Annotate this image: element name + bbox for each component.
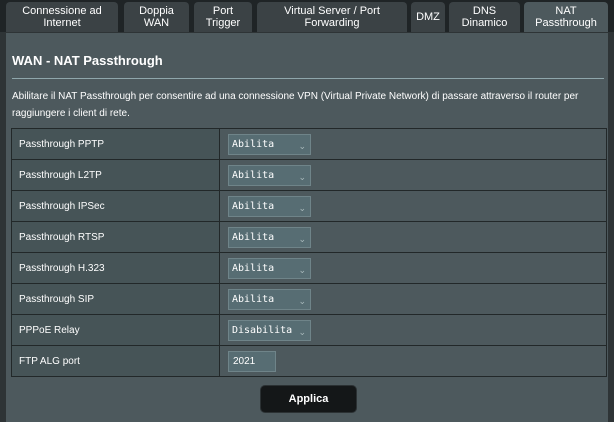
tab-label-line2: Forwarding <box>304 17 360 29</box>
ipsec-passthrough-select[interactable]: Abilita ⌄ <box>228 195 311 217</box>
select-value: Disabilita <box>232 324 293 336</box>
tab-label-line2: Internet <box>43 17 81 29</box>
pptp-passthrough-select[interactable]: Abilita ⌄ <box>228 133 311 155</box>
settings-table: Passthrough PPTP Abilita ⌄ Passthrough L2… <box>11 128 607 377</box>
tab-port-trigger[interactable]: Port Trigger <box>194 2 252 32</box>
tab-dmz[interactable]: DMZ <box>411 2 445 32</box>
chevron-down-icon: ⌄ <box>298 327 306 338</box>
tab-doppia-wan[interactable]: Doppia WAN <box>124 2 189 32</box>
chevron-down-icon: ⌄ <box>298 265 306 276</box>
setting-label: Passthrough L2TP <box>11 159 220 191</box>
tab-nat-passthrough[interactable]: NAT Passthrough <box>524 2 608 32</box>
select-value: Abilita <box>232 138 275 150</box>
rtsp-passthrough-select[interactable]: Abilita ⌄ <box>228 226 311 248</box>
setting-label: FTP ALG port <box>11 345 220 377</box>
setting-label: Passthrough PPTP <box>11 128 220 160</box>
setting-label: Passthrough IPSec <box>11 190 220 222</box>
table-row: Passthrough L2TP Abilita ⌄ <box>11 159 607 191</box>
tab-label-line1: NAT <box>555 5 577 17</box>
sip-passthrough-select[interactable]: Abilita ⌄ <box>228 288 311 310</box>
table-row: Passthrough H.323 Abilita ⌄ <box>11 252 607 284</box>
setting-label: PPPoE Relay <box>11 314 220 346</box>
select-value: Abilita <box>232 262 275 274</box>
tab-label-line1: Connessione ad <box>22 5 102 17</box>
page-description: Abilitare il NAT Passthrough per consent… <box>12 91 579 119</box>
table-row: PPPoE Relay Disabilita ⌄ <box>11 314 607 346</box>
setting-label: Passthrough RTSP <box>11 221 220 253</box>
title-divider <box>12 78 604 79</box>
table-row: Passthrough RTSP Abilita ⌄ <box>11 221 607 253</box>
select-value: Abilita <box>232 169 275 181</box>
select-value: Abilita <box>232 293 275 305</box>
tab-label-line1: Port <box>212 5 234 17</box>
setting-label: Passthrough H.323 <box>11 252 220 284</box>
chevron-down-icon: ⌄ <box>298 234 306 245</box>
tab-label-line2: Passthrough <box>535 17 597 29</box>
table-row: Passthrough SIP Abilita ⌄ <box>11 283 607 315</box>
table-row: FTP ALG port 2021 <box>11 345 607 377</box>
h323-passthrough-select[interactable]: Abilita ⌄ <box>228 257 311 279</box>
tab-label-line2: Dinamico <box>461 17 508 29</box>
chevron-down-icon: ⌄ <box>298 296 306 307</box>
table-row: Passthrough PPTP Abilita ⌄ <box>11 128 607 160</box>
tab-dns-dinamico[interactable]: DNS Dinamico <box>449 2 520 32</box>
tab-label-line2: WAN <box>143 17 170 29</box>
table-row: Passthrough IPSec Abilita ⌄ <box>11 190 607 222</box>
apply-button[interactable]: Applica <box>260 385 357 413</box>
pppoe-relay-select[interactable]: Disabilita ⌄ <box>228 319 311 341</box>
chevron-down-icon: ⌄ <box>298 203 306 214</box>
tab-virtual-server[interactable]: Virtual Server / Port Forwarding <box>257 2 407 32</box>
tab-bar: Connessione ad Internet Doppia WAN Port Tri… <box>0 0 614 32</box>
tab-label-line1: Doppia <box>139 5 174 17</box>
tab-label-line1: DNS <box>472 5 497 17</box>
chevron-down-icon: ⌄ <box>298 172 306 183</box>
chevron-down-icon: ⌄ <box>298 141 306 152</box>
select-value: Abilita <box>232 231 275 243</box>
select-value: Abilita <box>232 200 275 212</box>
tab-label-line1: Virtual Server / Port <box>284 5 380 17</box>
setting-label: Passthrough SIP <box>11 283 220 315</box>
l2tp-passthrough-select[interactable]: Abilita ⌄ <box>228 164 311 186</box>
page-title: WAN - NAT Passthrough <box>12 53 163 68</box>
tab-label-line1: DMZ <box>416 11 440 23</box>
ftp-alg-port-input[interactable]: 2021 <box>228 350 276 372</box>
tab-connessione-internet[interactable]: Connessione ad Internet <box>6 2 118 32</box>
tab-label-line2: Trigger <box>205 17 241 29</box>
